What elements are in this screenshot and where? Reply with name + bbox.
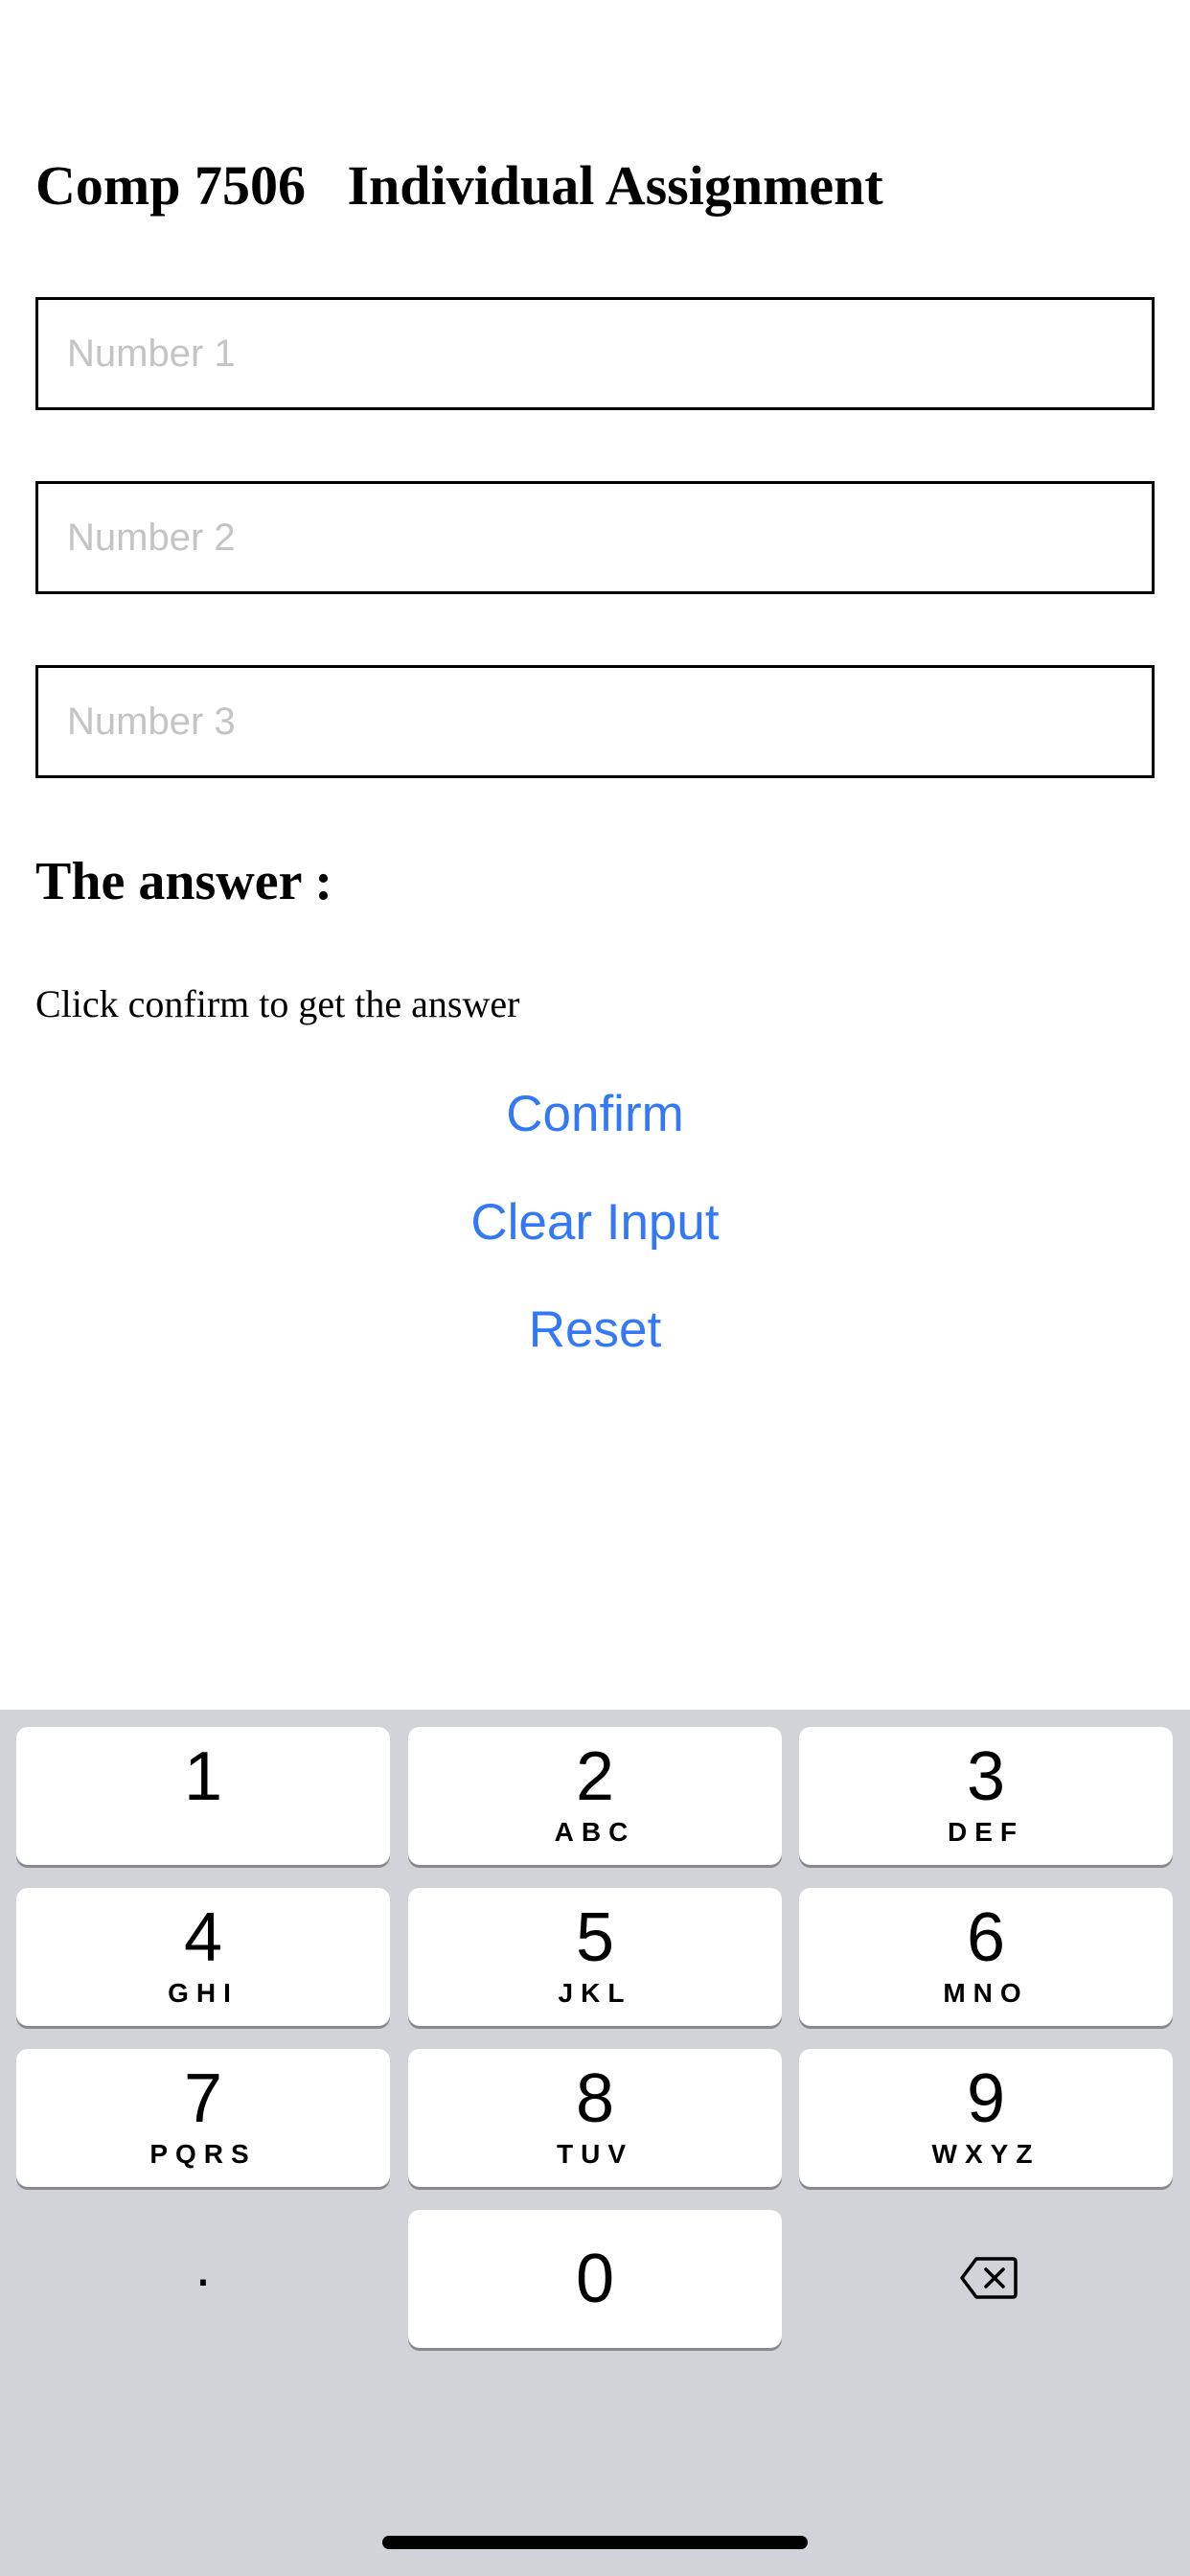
key-7[interactable]: 7 PQRS	[16, 2049, 390, 2187]
key-letters: MNO	[943, 1978, 1029, 2008]
number-3-input[interactable]	[35, 665, 1155, 778]
key-letters: WXYZ	[931, 2139, 1041, 2169]
key-letters: GHI	[168, 1978, 239, 2008]
key-decimal-point[interactable]: .	[16, 2210, 390, 2348]
key-digit: 6	[966, 1899, 1006, 1976]
key-letters: JKL	[558, 1978, 632, 2008]
key-3[interactable]: 3 DEF	[799, 1727, 1173, 1865]
key-digit: 4	[183, 1899, 223, 1976]
answer-text: Click confirm to get the answer	[35, 982, 520, 1025]
reset-button[interactable]: Reset	[0, 1300, 1190, 1359]
key-dot-label: .	[195, 2234, 212, 2298]
key-letters: ABC	[554, 1817, 636, 1847]
clear-input-button[interactable]: Clear Input	[0, 1193, 1190, 1252]
key-digit: 8	[575, 2060, 615, 2137]
key-0[interactable]: 0	[408, 2210, 782, 2348]
key-digit: 5	[575, 1899, 615, 1976]
key-5[interactable]: 5 JKL	[408, 1888, 782, 2026]
key-letters: PQRS	[149, 2139, 257, 2169]
key-9[interactable]: 9 WXYZ	[799, 2049, 1173, 2187]
backspace-icon	[960, 2257, 1018, 2299]
key-digit: 3	[966, 1738, 1006, 1815]
key-digit: 9	[966, 2060, 1006, 2137]
key-digit: 0	[575, 2241, 615, 2317]
key-6[interactable]: 6 MNO	[799, 1888, 1173, 2026]
key-letters: DEF	[948, 1817, 1024, 1847]
delete-key[interactable]	[800, 2210, 1174, 2348]
numeric-keypad: 1 2 ABC 3 DEF 4 GHI 5 JKL 6 MNO 7 PQRS 8…	[0, 1710, 1190, 2576]
confirm-button[interactable]: Confirm	[0, 1085, 1190, 1143]
key-digit: 2	[575, 1738, 615, 1815]
key-4[interactable]: 4 GHI	[16, 1888, 390, 2026]
answer-heading: The answer :	[35, 852, 333, 911]
key-2[interactable]: 2 ABC	[408, 1727, 782, 1865]
home-indicator	[382, 2536, 808, 2549]
page-title: Comp 7506 Individual Assignment	[35, 154, 883, 217]
key-letters: TUV	[557, 2139, 633, 2169]
key-1[interactable]: 1	[16, 1727, 390, 1865]
number-2-input[interactable]	[35, 481, 1155, 594]
key-8[interactable]: 8 TUV	[408, 2049, 782, 2187]
key-digit: 1	[183, 1738, 223, 1815]
number-1-input[interactable]	[35, 297, 1155, 410]
key-digit: 7	[183, 2060, 223, 2137]
app-screen: Comp 7506 Individual Assignment The answ…	[0, 0, 1190, 1710]
